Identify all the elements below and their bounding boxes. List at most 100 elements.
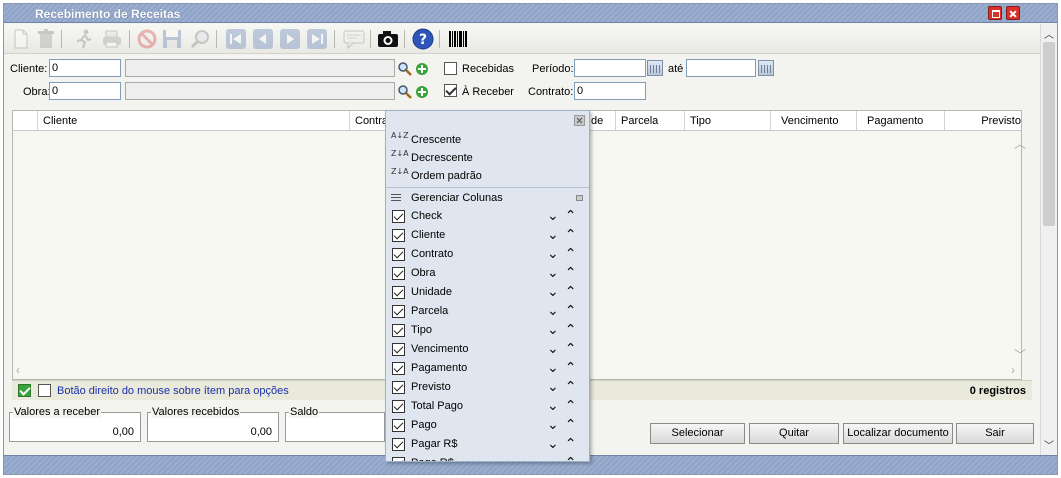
column-checkbox[interactable] bbox=[392, 457, 405, 461]
column-checkbox[interactable] bbox=[392, 229, 405, 242]
sort-item-0[interactable]: A↓Z Crescente bbox=[386, 131, 589, 149]
obra-name-input[interactable] bbox=[125, 82, 395, 100]
column-item[interactable]: Parcela ⌄⌃ bbox=[386, 302, 589, 321]
search-icon[interactable] bbox=[188, 28, 212, 50]
close-button[interactable] bbox=[1006, 6, 1020, 20]
run-icon[interactable] bbox=[72, 28, 96, 50]
column-item[interactable]: Contrato ⌄⌃ bbox=[386, 245, 589, 264]
column-item[interactable]: Unidade ⌄⌃ bbox=[386, 283, 589, 302]
obra-add-icon[interactable] bbox=[414, 84, 430, 100]
obra-search-icon[interactable] bbox=[397, 84, 413, 100]
col-previsto[interactable]: Previsto bbox=[945, 111, 1023, 131]
move-column-icon[interactable]: ⌄⌃ bbox=[547, 302, 582, 321]
move-column-icon[interactable]: ⌄⌃ bbox=[547, 435, 582, 454]
sair-button[interactable]: Sair bbox=[956, 423, 1034, 444]
column-item[interactable]: Check ⌄⌃ bbox=[386, 207, 589, 226]
col-vencimento[interactable]: Vencimento bbox=[771, 111, 857, 131]
cliente-name-input[interactable] bbox=[125, 59, 395, 77]
collapse-icon[interactable] bbox=[576, 195, 583, 201]
calendar-start-icon[interactable] bbox=[647, 60, 663, 76]
new-document-icon[interactable] bbox=[9, 28, 33, 50]
selecionar-button[interactable]: Selecionar bbox=[650, 423, 745, 444]
column-checkbox[interactable] bbox=[392, 438, 405, 451]
move-column-icon[interactable]: ⌄⌃ bbox=[547, 454, 582, 461]
select-all-checkbox[interactable] bbox=[18, 384, 31, 397]
cancel-icon[interactable] bbox=[135, 28, 159, 50]
print-icon[interactable] bbox=[100, 28, 124, 50]
move-column-icon[interactable]: ⌄⌃ bbox=[547, 416, 582, 435]
periodo-fim-input[interactable] bbox=[686, 59, 756, 77]
cliente-code-input[interactable] bbox=[49, 59, 121, 77]
comment-icon[interactable] bbox=[342, 28, 366, 50]
contrato-input[interactable] bbox=[574, 82, 646, 100]
column-item[interactable]: Tipo ⌄⌃ bbox=[386, 321, 589, 340]
column-checkbox[interactable] bbox=[392, 419, 405, 432]
move-column-icon[interactable]: ⌄⌃ bbox=[547, 378, 582, 397]
manage-columns-item[interactable]: Gerenciar Colunas bbox=[386, 189, 589, 207]
move-column-icon[interactable]: ⌄⌃ bbox=[547, 283, 582, 302]
column-item[interactable]: Obra ⌄⌃ bbox=[386, 264, 589, 283]
grid-scroll-right-icon[interactable]: › bbox=[1011, 363, 1015, 377]
column-item[interactable]: Cliente ⌄⌃ bbox=[386, 226, 589, 245]
grid-scroll-down-icon[interactable]: ﹀ bbox=[1014, 346, 1026, 363]
first-record-icon[interactable] bbox=[224, 28, 248, 50]
help-icon[interactable]: ? bbox=[411, 28, 435, 50]
periodo-inicio-input[interactable] bbox=[574, 59, 646, 77]
move-column-icon[interactable]: ⌄⌃ bbox=[547, 245, 582, 264]
localizar-documento-button[interactable]: Localizar documento bbox=[843, 423, 953, 444]
delete-icon[interactable] bbox=[34, 28, 58, 50]
column-checkbox[interactable] bbox=[392, 248, 405, 261]
col-cliente[interactable]: Cliente bbox=[38, 111, 350, 131]
next-record-icon[interactable] bbox=[278, 28, 302, 50]
column-checkbox[interactable] bbox=[392, 381, 405, 394]
barcode-icon[interactable] bbox=[446, 28, 470, 50]
col-pagamento[interactable]: Pagamento bbox=[857, 111, 945, 131]
move-column-icon[interactable]: ⌄⌃ bbox=[547, 340, 582, 359]
move-column-icon[interactable]: ⌄⌃ bbox=[547, 397, 582, 416]
move-column-icon[interactable]: ⌄⌃ bbox=[547, 226, 582, 245]
maximize-button[interactable] bbox=[988, 6, 1002, 20]
column-item[interactable]: Pago ⌄⌃ bbox=[386, 416, 589, 435]
sort-item-2[interactable]: Z↓A Ordem padrão bbox=[386, 167, 589, 185]
column-item[interactable]: Pago R$ ⌄⌃ bbox=[386, 454, 589, 461]
camera-icon[interactable] bbox=[376, 28, 400, 50]
calendar-end-icon[interactable] bbox=[758, 60, 774, 76]
column-checkbox[interactable] bbox=[392, 305, 405, 318]
move-column-icon[interactable]: ⌄⌃ bbox=[547, 207, 582, 226]
column-item[interactable]: Previsto ⌄⌃ bbox=[386, 378, 589, 397]
col-check[interactable] bbox=[13, 111, 38, 131]
last-record-icon[interactable] bbox=[305, 28, 329, 50]
obra-code-input[interactable] bbox=[49, 82, 121, 100]
col-tipo[interactable]: Tipo bbox=[685, 111, 771, 131]
scroll-up-icon[interactable]: ︿ bbox=[1041, 26, 1057, 42]
column-item[interactable]: Vencimento ⌄⌃ bbox=[386, 340, 589, 359]
sort-item-1[interactable]: Z↓A Decrescente bbox=[386, 149, 589, 167]
column-item[interactable]: Total Pago ⌄⌃ bbox=[386, 397, 589, 416]
scroll-thumb[interactable] bbox=[1043, 42, 1055, 226]
a-receber-checkbox[interactable] bbox=[444, 84, 457, 97]
column-checkbox[interactable] bbox=[392, 267, 405, 280]
col-parcela[interactable]: Parcela bbox=[616, 111, 685, 131]
move-column-icon[interactable]: ⌄⌃ bbox=[547, 264, 582, 283]
quitar-button[interactable]: Quitar bbox=[749, 423, 839, 444]
scroll-down-icon[interactable]: ﹀ bbox=[1041, 437, 1057, 453]
column-checkbox[interactable] bbox=[392, 362, 405, 375]
window-scrollbar[interactable]: ︿ ﹀ bbox=[1040, 24, 1057, 455]
column-checkbox[interactable] bbox=[392, 343, 405, 356]
column-item[interactable]: Pagamento ⌄⌃ bbox=[386, 359, 589, 378]
previous-record-icon[interactable] bbox=[251, 28, 275, 50]
col-unidade[interactable]: de bbox=[589, 111, 616, 131]
move-column-icon[interactable]: ⌄⌃ bbox=[547, 359, 582, 378]
cliente-search-icon[interactable] bbox=[397, 61, 413, 77]
save-icon[interactable] bbox=[160, 28, 184, 50]
recebidas-checkbox[interactable] bbox=[444, 62, 457, 75]
column-checkbox[interactable] bbox=[392, 324, 405, 337]
column-checkbox[interactable] bbox=[392, 400, 405, 413]
column-item[interactable]: Pagar R$ ⌄⌃ bbox=[386, 435, 589, 454]
grid-scroll-up-icon[interactable]: ︿ bbox=[1014, 135, 1026, 152]
grid-scroll-left-icon[interactable]: ‹ bbox=[16, 363, 20, 377]
cliente-add-icon[interactable] bbox=[414, 61, 430, 77]
menu-close-icon[interactable] bbox=[574, 115, 585, 126]
secondary-checkbox[interactable] bbox=[38, 384, 51, 397]
column-checkbox[interactable] bbox=[392, 210, 405, 223]
